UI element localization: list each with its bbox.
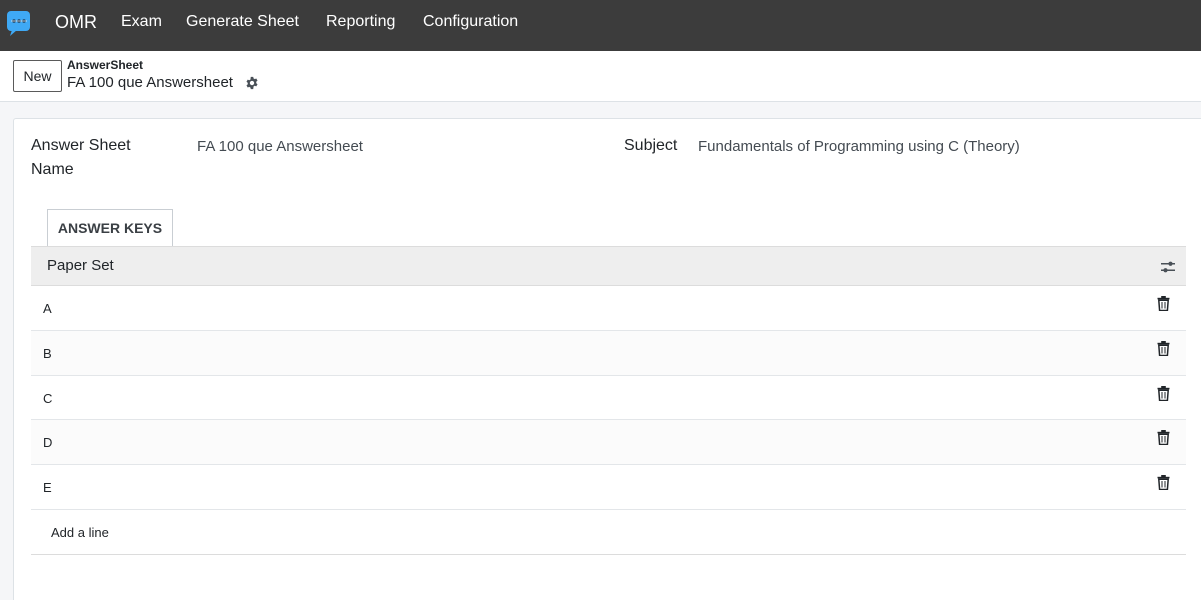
paper-set-value: A xyxy=(43,301,52,316)
trash-icon[interactable] xyxy=(1157,296,1170,311)
form-sheet: Answer Sheet Name FA 100 que Answersheet… xyxy=(13,118,1201,600)
menu-configuration[interactable]: Configuration xyxy=(423,13,518,31)
subject-label: Subject xyxy=(624,137,678,154)
table-row[interactable]: E xyxy=(31,465,1186,510)
table-row[interactable]: D xyxy=(31,420,1186,466)
table-row[interactable]: C xyxy=(31,375,1186,421)
menu-reporting[interactable]: Reporting xyxy=(326,13,395,31)
new-button[interactable]: New xyxy=(13,60,62,92)
trash-icon[interactable] xyxy=(1157,385,1170,401)
menu-exam[interactable]: Exam xyxy=(121,13,162,31)
breadcrumb-current: FA 100 que Answersheet xyxy=(67,74,233,91)
paper-set-value: B xyxy=(43,345,52,361)
paper-set-value: E xyxy=(43,480,52,496)
trash-icon[interactable] xyxy=(1157,430,1170,446)
paper-set-value: C xyxy=(43,390,53,406)
column-header-paper-set[interactable]: Paper Set xyxy=(47,257,114,274)
table-row[interactable]: A xyxy=(31,286,1186,331)
answer-keys-table: Paper Set A B C D E Add a line xyxy=(31,246,1186,555)
top-navbar: OMR Exam Generate Sheet Reporting Config… xyxy=(0,0,1201,51)
table-header: Paper Set xyxy=(31,246,1186,286)
add-line-link[interactable]: Add a line xyxy=(51,525,109,540)
menu-generate-sheet[interactable]: Generate Sheet xyxy=(186,13,299,31)
answer-sheet-name-label: Answer Sheet Name xyxy=(31,137,131,178)
app-name[interactable]: OMR xyxy=(55,12,97,33)
add-line-row: Add a line xyxy=(31,510,1186,555)
trash-icon[interactable] xyxy=(1157,475,1170,491)
table-row[interactable]: B xyxy=(31,330,1186,376)
gear-icon[interactable] xyxy=(245,76,259,90)
paper-set-value: D xyxy=(43,435,53,451)
tab-answer-keys[interactable]: ANSWER KEYS xyxy=(47,209,173,247)
answer-sheet-name-value[interactable]: FA 100 que Answersheet xyxy=(197,138,363,155)
control-panel: New AnswerSheet FA 100 que Answersheet xyxy=(0,51,1201,102)
omr-logo-icon[interactable] xyxy=(6,9,32,37)
trash-icon[interactable] xyxy=(1157,340,1170,356)
subject-value[interactable]: Fundamentals of Programming using C (The… xyxy=(698,138,1020,155)
sliders-icon[interactable] xyxy=(1160,259,1176,275)
breadcrumb-parent[interactable]: AnswerSheet xyxy=(67,58,143,72)
